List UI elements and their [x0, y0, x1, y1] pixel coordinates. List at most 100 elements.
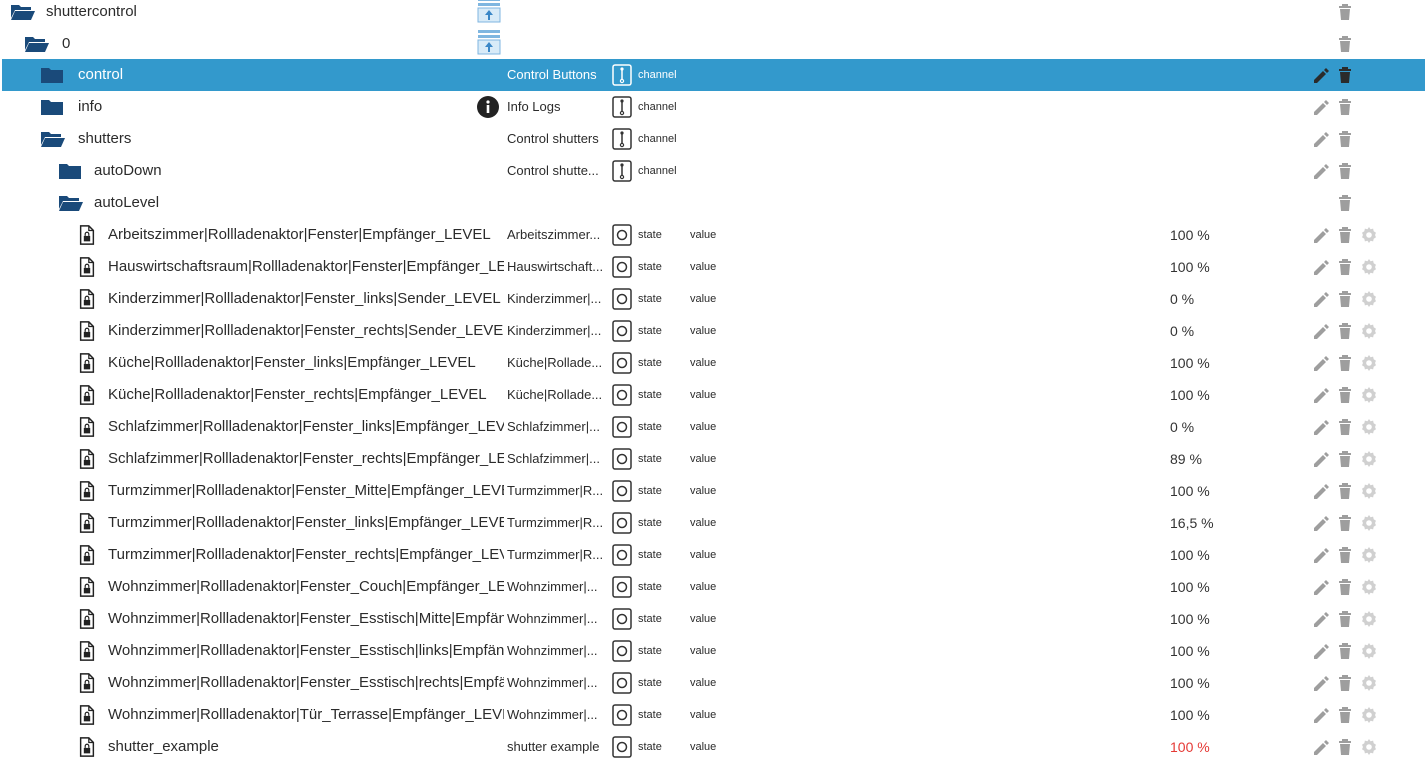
trash-icon[interactable] — [1336, 226, 1354, 244]
trash-icon[interactable] — [1336, 578, 1354, 596]
gear-icon[interactable] — [1360, 578, 1378, 596]
trash-icon[interactable] — [1336, 674, 1354, 692]
state-row[interactable]: Arbeitszimmer|Rollladenaktor|Fenster|Emp… — [2, 219, 1425, 251]
state-value[interactable]: 100 % — [1170, 739, 1210, 755]
gear-icon[interactable] — [1360, 354, 1378, 372]
state-value[interactable]: 0 % — [1170, 323, 1194, 339]
state-value[interactable]: 100 % — [1170, 547, 1210, 563]
pencil-icon[interactable] — [1312, 738, 1330, 756]
pencil-icon[interactable] — [1312, 578, 1330, 596]
pencil-icon[interactable] — [1312, 386, 1330, 404]
gear-icon[interactable] — [1360, 290, 1378, 308]
trash-icon[interactable] — [1336, 354, 1354, 372]
tree-row-shutters[interactable]: shutters Control shutters channel — [2, 123, 1425, 155]
state-value[interactable]: 100 % — [1170, 675, 1210, 691]
pencil-icon[interactable] — [1312, 514, 1330, 532]
state-row[interactable]: Küche|Rollladenaktor|Fenster_rechts|Empf… — [2, 379, 1425, 411]
state-value[interactable]: 100 % — [1170, 707, 1210, 723]
tree-row-shuttercontrol[interactable]: shuttercontrol — [2, 0, 1425, 28]
gear-icon[interactable] — [1360, 386, 1378, 404]
pencil-icon[interactable] — [1312, 290, 1330, 308]
state-row[interactable]: Wohnzimmer|Rollladenaktor|Fenster_Couch|… — [2, 571, 1425, 603]
pencil-icon[interactable] — [1312, 226, 1330, 244]
gear-icon[interactable] — [1360, 226, 1378, 244]
upload-icon[interactable] — [476, 0, 502, 24]
pencil-icon[interactable] — [1312, 482, 1330, 500]
folder-icon[interactable] — [58, 161, 82, 181]
upload-icon[interactable] — [476, 28, 502, 56]
trash-icon[interactable] — [1336, 418, 1354, 436]
state-row[interactable]: Wohnzimmer|Rollladenaktor|Fenster_Esstis… — [2, 603, 1425, 635]
trash-icon[interactable] — [1336, 610, 1354, 628]
pencil-icon[interactable] — [1312, 450, 1330, 468]
folder-open-icon[interactable] — [40, 129, 66, 149]
state-row[interactable]: Turmzimmer|Rollladenaktor|Fenster_rechts… — [2, 539, 1425, 571]
trash-icon[interactable] — [1336, 98, 1354, 116]
folder-icon[interactable] — [40, 65, 64, 85]
state-row[interactable]: shutter_example shutter example state va… — [2, 731, 1425, 763]
state-value[interactable]: 100 % — [1170, 643, 1210, 659]
gear-icon[interactable] — [1360, 738, 1378, 756]
state-value[interactable]: 89 % — [1170, 451, 1202, 467]
trash-icon[interactable] — [1336, 738, 1354, 756]
state-row[interactable]: Küche|Rollladenaktor|Fenster_links|Empfä… — [2, 347, 1425, 379]
folder-icon[interactable] — [40, 97, 64, 117]
state-row[interactable]: Wohnzimmer|Rollladenaktor|Fenster_Esstis… — [2, 635, 1425, 667]
tree-row-info[interactable]: info Info Logs channel — [2, 91, 1425, 123]
state-row[interactable]: Schlafzimmer|Rollladenaktor|Fenster_rech… — [2, 443, 1425, 475]
trash-icon[interactable] — [1336, 290, 1354, 308]
trash-icon[interactable] — [1336, 322, 1354, 340]
gear-icon[interactable] — [1360, 418, 1378, 436]
state-value[interactable]: 100 % — [1170, 227, 1210, 243]
state-row[interactable]: Turmzimmer|Rollladenaktor|Fenster_links|… — [2, 507, 1425, 539]
trash-icon[interactable] — [1336, 258, 1354, 276]
state-value[interactable]: 16,5 % — [1170, 515, 1214, 531]
state-row[interactable]: Kinderzimmer|Rollladenaktor|Fenster_link… — [2, 283, 1425, 315]
gear-icon[interactable] — [1360, 450, 1378, 468]
folder-open-icon[interactable] — [10, 2, 36, 22]
gear-icon[interactable] — [1360, 642, 1378, 660]
pencil-icon[interactable] — [1312, 66, 1330, 84]
state-value[interactable]: 100 % — [1170, 387, 1210, 403]
trash-icon[interactable] — [1336, 35, 1354, 53]
trash-icon[interactable] — [1336, 66, 1354, 84]
gear-icon[interactable] — [1360, 514, 1378, 532]
trash-icon[interactable] — [1336, 162, 1354, 180]
folder-open-icon[interactable] — [24, 34, 50, 54]
state-value[interactable]: 100 % — [1170, 483, 1210, 499]
state-value[interactable]: 0 % — [1170, 419, 1194, 435]
trash-icon[interactable] — [1336, 706, 1354, 724]
state-row[interactable]: Wohnzimmer|Rollladenaktor|Tür_Terrasse|E… — [2, 699, 1425, 731]
state-value[interactable]: 100 % — [1170, 355, 1210, 371]
gear-icon[interactable] — [1360, 674, 1378, 692]
pencil-icon[interactable] — [1312, 642, 1330, 660]
folder-open-icon[interactable] — [58, 193, 84, 213]
tree-row-control[interactable]: control Control Buttons channel — [2, 59, 1425, 91]
tree-row-autodown[interactable]: autoDown Control shutte... channel — [2, 155, 1425, 187]
state-value[interactable]: 100 % — [1170, 579, 1210, 595]
trash-icon[interactable] — [1336, 130, 1354, 148]
gear-icon[interactable] — [1360, 482, 1378, 500]
pencil-icon[interactable] — [1312, 610, 1330, 628]
gear-icon[interactable] — [1360, 546, 1378, 564]
state-row[interactable]: Kinderzimmer|Rollladenaktor|Fenster_rech… — [2, 315, 1425, 347]
trash-icon[interactable] — [1336, 386, 1354, 404]
pencil-icon[interactable] — [1312, 418, 1330, 436]
trash-icon[interactable] — [1336, 450, 1354, 468]
pencil-icon[interactable] — [1312, 162, 1330, 180]
pencil-icon[interactable] — [1312, 130, 1330, 148]
trash-icon[interactable] — [1336, 642, 1354, 660]
pencil-icon[interactable] — [1312, 674, 1330, 692]
gear-icon[interactable] — [1360, 322, 1378, 340]
state-value[interactable]: 100 % — [1170, 259, 1210, 275]
trash-icon[interactable] — [1336, 194, 1354, 212]
tree-row-instance-0[interactable]: 0 — [2, 28, 1425, 60]
gear-icon[interactable] — [1360, 706, 1378, 724]
pencil-icon[interactable] — [1312, 322, 1330, 340]
state-value[interactable]: 0 % — [1170, 291, 1194, 307]
pencil-icon[interactable] — [1312, 354, 1330, 372]
state-row[interactable]: Schlafzimmer|Rollladenaktor|Fenster_link… — [2, 411, 1425, 443]
pencil-icon[interactable] — [1312, 706, 1330, 724]
state-value[interactable]: 100 % — [1170, 611, 1210, 627]
pencil-icon[interactable] — [1312, 258, 1330, 276]
